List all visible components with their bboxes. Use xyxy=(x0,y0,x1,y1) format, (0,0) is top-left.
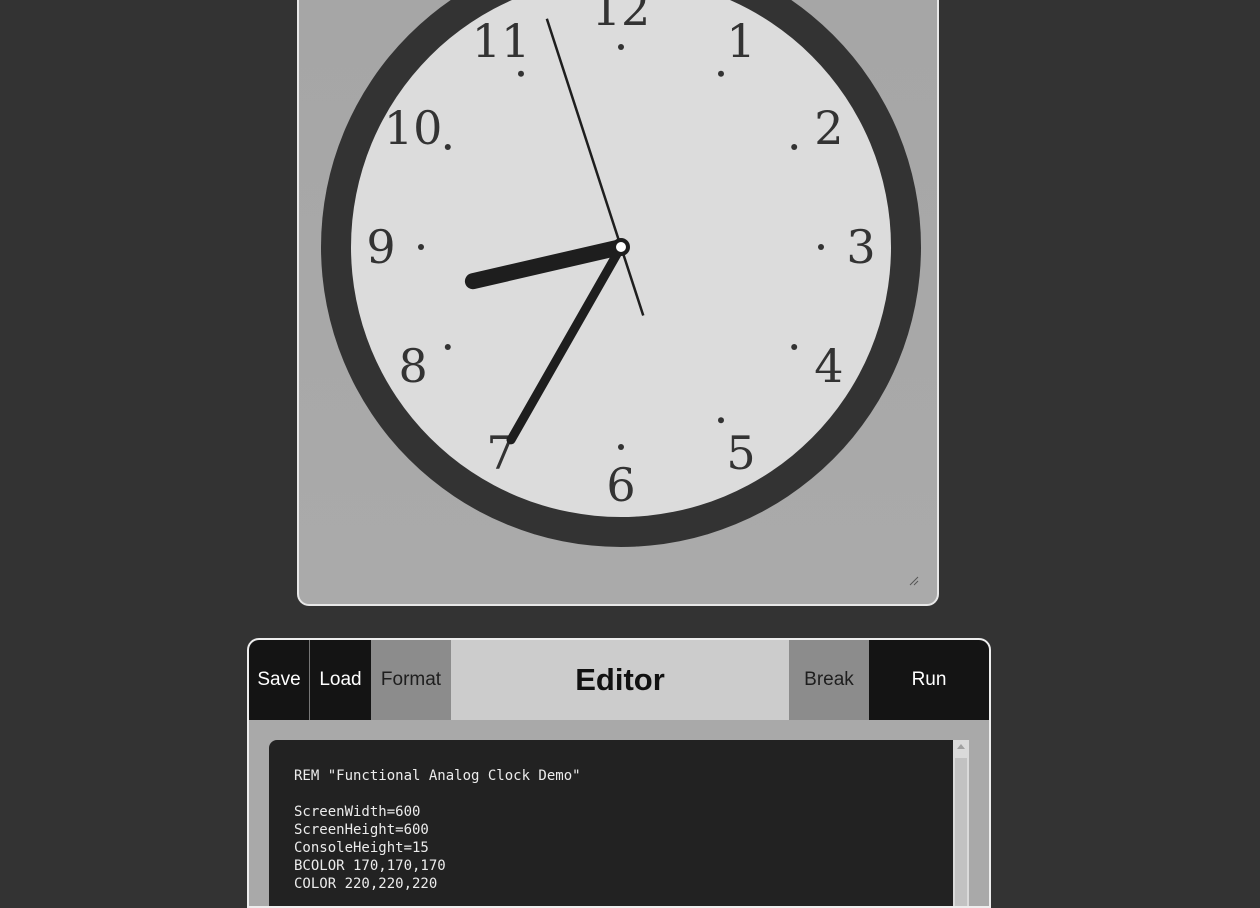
break-button[interactable]: Break xyxy=(789,640,869,720)
clock-numeral: 4 xyxy=(814,339,843,393)
clock-numeral: 1 xyxy=(726,14,755,68)
tick-mark xyxy=(618,444,624,450)
code-text[interactable]: REM "Functional Analog Clock Demo" Scree… xyxy=(294,767,581,893)
clock-numeral: 3 xyxy=(846,220,875,274)
clock-numeral: 5 xyxy=(726,426,755,480)
tick-mark xyxy=(518,70,524,77)
clock-numeral: 6 xyxy=(606,458,635,512)
save-button[interactable]: Save xyxy=(249,640,310,720)
tick-mark xyxy=(718,417,724,424)
format-button[interactable]: Format xyxy=(371,640,451,720)
clock-numeral: 8 xyxy=(399,339,428,393)
tick-mark xyxy=(444,344,451,350)
load-button[interactable]: Load xyxy=(310,640,371,720)
screen-panel: 12 1 2 3 4 5 6 7 8 9 10 11 xyxy=(297,0,939,606)
clock-face xyxy=(351,0,891,517)
tick-mark xyxy=(818,244,824,250)
scroll-up-arrow-icon[interactable] xyxy=(957,744,965,749)
tick-mark xyxy=(444,144,451,150)
tick-mark xyxy=(418,244,424,250)
scrollbar-thumb[interactable] xyxy=(955,758,967,906)
code-scrollbar[interactable] xyxy=(953,740,969,906)
code-editor[interactable]: REM "Functional Analog Clock Demo" Scree… xyxy=(269,740,969,906)
run-button[interactable]: Run xyxy=(869,640,989,720)
tick-mark xyxy=(791,344,798,350)
tick-mark xyxy=(718,70,724,77)
editor-title: Editor xyxy=(575,662,665,697)
tick-mark xyxy=(618,44,624,50)
clock-numeral: 12 xyxy=(592,0,651,36)
editor-toolbar: Save Load Format Editor Break Run xyxy=(249,640,989,720)
tick-mark xyxy=(791,144,798,150)
editor-panel: Save Load Format Editor Break Run REM "F… xyxy=(247,638,991,908)
clock-numeral: 9 xyxy=(366,220,395,274)
clock-numeral: 2 xyxy=(814,101,843,155)
resize-grip-icon[interactable] xyxy=(909,576,919,586)
clock-numeral: 10 xyxy=(384,101,443,155)
clock-numeral: 11 xyxy=(472,14,531,68)
analog-clock: 121234567891011 xyxy=(321,0,921,547)
center-pin xyxy=(612,238,630,256)
